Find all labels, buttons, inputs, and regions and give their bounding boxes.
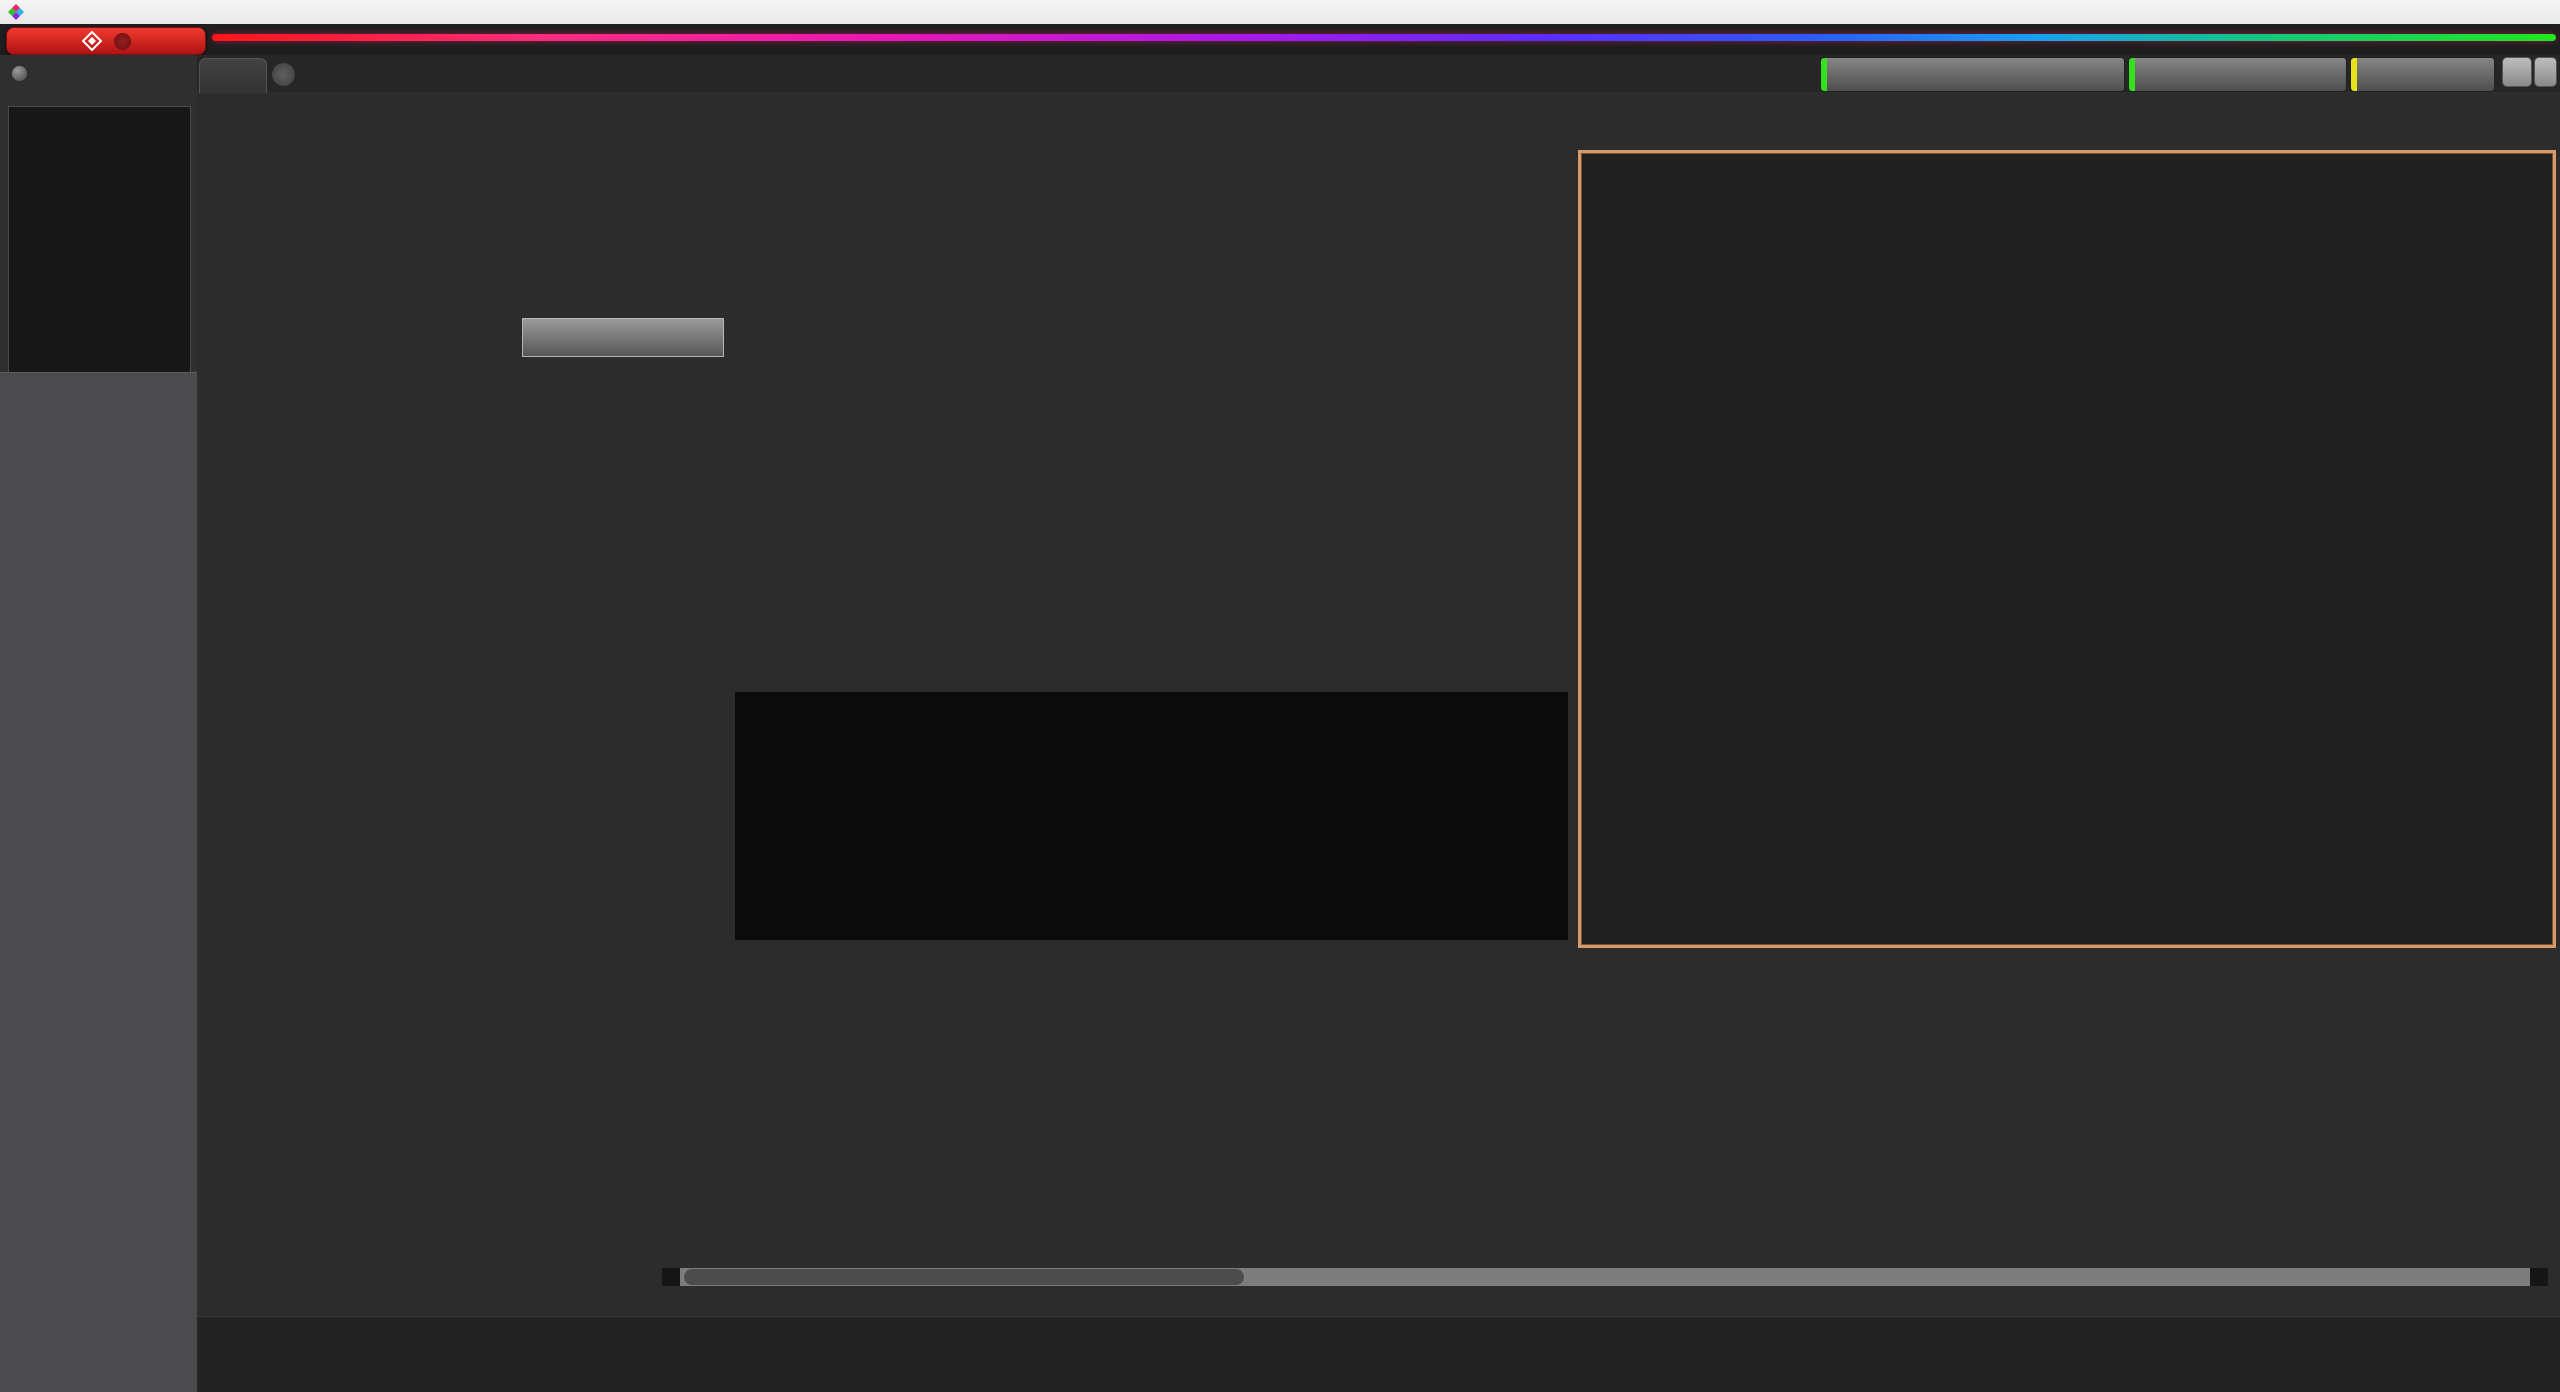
app-icon (8, 4, 24, 20)
tab-band (0, 55, 2560, 93)
scroll-left-icon[interactable] (662, 1268, 680, 1286)
scroll-right-icon[interactable] (2530, 1268, 2548, 1286)
calman-app-window (0, 0, 2560, 1392)
sidebar (0, 55, 197, 1392)
title-bar (0, 0, 2560, 24)
minimize-icon[interactable] (2462, 0, 2492, 24)
delta-l-chart (735, 158, 997, 690)
spectrum-gradient-line (212, 34, 2556, 41)
cie-1976-chart (1581, 153, 2553, 945)
pattern-toolbar (197, 1316, 2560, 1392)
collapse-panel-icon[interactable] (2534, 57, 2557, 87)
meter-select[interactable] (1820, 57, 2125, 92)
de-formula-select[interactable] (522, 318, 724, 357)
pattern-generator-select-label (2135, 74, 2324, 76)
calman-menu-button[interactable] (6, 27, 206, 55)
display-control-select-label (2357, 74, 2472, 76)
cie-1976-panel (1578, 150, 2556, 948)
page-description (252, 228, 682, 259)
sidebar-lower-panel (0, 372, 197, 1392)
calman-diamond-icon (81, 31, 102, 51)
delta-c-chart (1018, 158, 1280, 690)
meter-select-label (1827, 74, 2102, 76)
close-icon[interactable] (2530, 0, 2560, 24)
tab-history-1[interactable] (199, 58, 267, 93)
settings-gear-icon[interactable] (2502, 57, 2532, 87)
actual-target-swatch-strip (735, 692, 1568, 940)
deltae2000-chart (210, 378, 715, 926)
workflow-tree (8, 106, 191, 374)
add-tab-icon[interactable] (272, 63, 295, 86)
app-header (0, 24, 2560, 55)
pattern-generator-select[interactable] (2128, 57, 2347, 92)
maximize-icon[interactable] (2496, 0, 2526, 24)
pin-icon[interactable] (12, 66, 27, 81)
measurement-table (660, 958, 2560, 1266)
delta-h-chart (1298, 158, 1560, 690)
display-control-select[interactable] (2350, 57, 2495, 92)
table-scrollbar[interactable] (662, 1268, 2548, 1286)
table-scrollbar-thumb[interactable] (684, 1269, 1244, 1285)
logo-dropdown-icon[interactable] (113, 32, 131, 50)
